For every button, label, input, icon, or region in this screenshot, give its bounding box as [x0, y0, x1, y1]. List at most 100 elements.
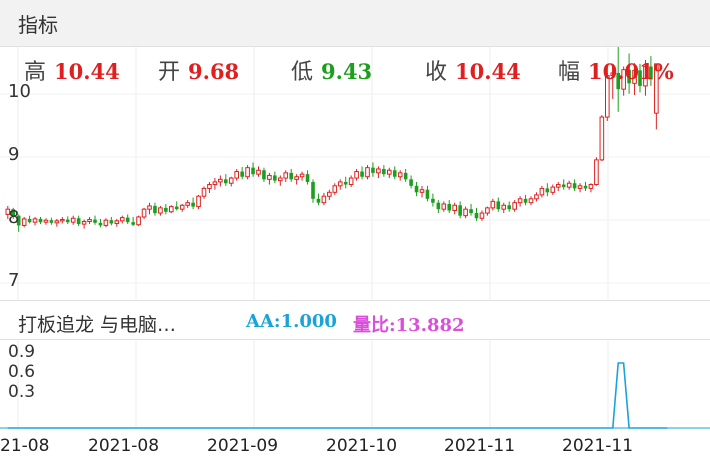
candle-body — [599, 116, 605, 161]
low-readout: 低 9.43 — [291, 58, 372, 87]
date-axis-label: 2021-10 — [326, 436, 398, 456]
candle-body — [141, 208, 147, 218]
high-readout: 高 10.44 — [24, 58, 120, 87]
indicator-aa-value: AA:1.000 — [246, 311, 337, 332]
candle-body — [577, 185, 583, 189]
indicator-axis-label: 0.9 — [8, 342, 36, 362]
candle-body — [425, 189, 430, 199]
candle-body — [545, 188, 550, 193]
candle-body — [234, 171, 239, 179]
indicator-line — [7, 362, 668, 429]
candle-body — [125, 217, 130, 223]
candle-body — [43, 219, 49, 223]
candle-body — [164, 207, 168, 212]
candle-body — [354, 171, 359, 179]
candle-body — [196, 195, 201, 208]
candle-body — [49, 220, 54, 223]
open-readout: 开 9.68 — [158, 58, 239, 87]
candle-body — [419, 189, 425, 193]
candle-body — [114, 220, 120, 224]
candle-body — [38, 218, 43, 223]
chart-grid — [0, 47, 710, 428]
candle-body — [136, 216, 141, 226]
candle-body — [528, 198, 534, 204]
candle-body — [103, 219, 109, 226]
candle-body — [207, 184, 212, 189]
candle-body — [311, 181, 315, 199]
candle-body — [212, 181, 218, 186]
candle-body — [441, 203, 447, 210]
candle-body — [594, 159, 599, 186]
candle-body — [474, 213, 479, 219]
candle-body — [517, 198, 523, 204]
candle-body — [507, 205, 511, 210]
price-axis-label: 9 — [8, 144, 20, 165]
candle-body — [431, 198, 435, 203]
candle-body — [436, 202, 441, 210]
close-value: 10.44 — [455, 59, 521, 84]
date-axis-label: 2021-11 — [562, 436, 634, 456]
candle-body — [523, 198, 528, 203]
candle-body — [60, 219, 65, 222]
range-readout: 幅 10.01% — [558, 58, 674, 87]
candle-body — [566, 182, 572, 188]
candle-body — [201, 187, 207, 197]
candle-body — [185, 202, 190, 206]
candle-body — [289, 172, 293, 180]
candle-body — [174, 206, 179, 210]
candle-body — [572, 183, 577, 189]
candle-body — [224, 179, 228, 184]
close-readout: 收 10.44 — [425, 58, 521, 87]
date-axis-label: 2021-08 — [88, 436, 160, 456]
candle-body — [251, 167, 255, 175]
candle-body — [158, 207, 163, 214]
high-value: 10.44 — [54, 59, 120, 84]
candle-body — [496, 201, 501, 210]
candle-body — [262, 170, 266, 180]
candle-body — [371, 167, 375, 173]
candle-body — [179, 204, 185, 210]
candle-body — [147, 205, 152, 210]
date-axis-label: 21-08 — [0, 436, 50, 456]
candle-body — [343, 181, 348, 185]
candle-body — [191, 202, 195, 207]
indicator-plot — [0, 362, 710, 429]
open-label: 开 — [158, 60, 181, 85]
candle-body — [305, 174, 310, 182]
indicator-name[interactable]: 打板追龙 与电脑… — [18, 310, 176, 337]
low-value: 9.43 — [321, 59, 373, 84]
candle-body — [76, 218, 81, 225]
candle-body — [447, 203, 452, 211]
candle-body — [360, 171, 364, 177]
range-label: 幅 — [558, 60, 581, 85]
candle-body — [463, 208, 468, 217]
candle-body — [469, 209, 473, 214]
candle-body — [327, 191, 332, 197]
candle-body — [365, 167, 370, 178]
candle-body — [267, 174, 272, 180]
candle-body — [403, 172, 408, 180]
candle-body — [501, 204, 507, 210]
candle-body — [119, 217, 125, 222]
candle-body — [316, 198, 321, 203]
candle-body — [81, 221, 87, 225]
indicator-volume-ratio: 量比:13.882 — [353, 315, 465, 336]
candle-body — [109, 220, 114, 224]
candle-body — [337, 181, 343, 187]
panel-divider — [0, 300, 710, 301]
candle-body — [273, 175, 277, 181]
indicator-divider — [0, 339, 710, 340]
candle-body — [409, 179, 413, 186]
candle-body — [583, 185, 588, 189]
candle-body — [321, 195, 327, 204]
close-label: 收 — [425, 60, 448, 85]
candle-body — [245, 167, 250, 178]
candle-body — [87, 219, 92, 223]
candle-body — [452, 204, 457, 211]
candle-body — [550, 186, 556, 193]
candle-body — [256, 169, 261, 175]
candle-body — [348, 177, 354, 186]
candle-body — [534, 194, 539, 200]
price-axis-label: 10 — [8, 81, 31, 102]
price-axis-label: 8 — [8, 207, 20, 228]
